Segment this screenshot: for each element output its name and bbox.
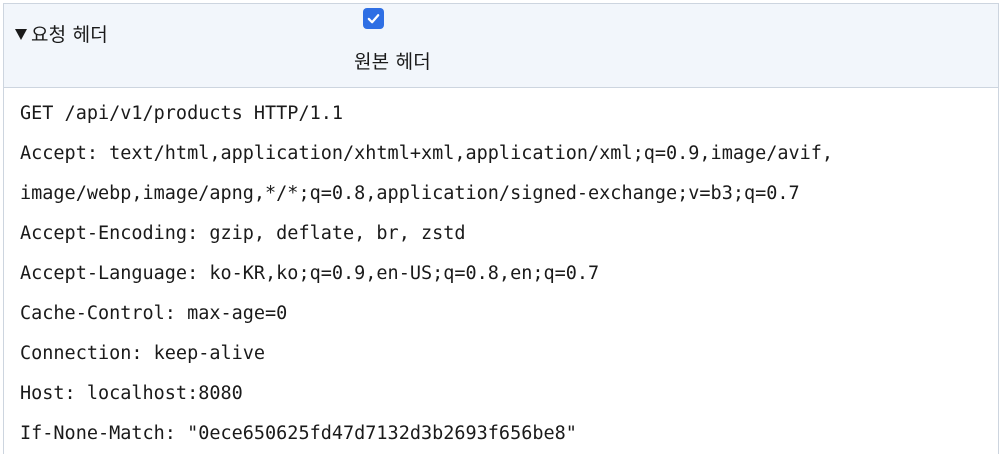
- header-line-connection: Connection: keep-alive: [20, 343, 266, 364]
- raw-headers-content: GET /api/v1/products HTTP/1.1 Accept: te…: [4, 88, 998, 454]
- section-title: 요청 헤더: [31, 23, 108, 46]
- expand-triangle-icon: [15, 28, 27, 40]
- header-line-accept-encoding: Accept-Encoding: gzip, deflate, br, zstd: [20, 223, 466, 244]
- header-line-accept-language: Accept-Language: ko-KR,ko;q=0.9,en-US;q=…: [20, 263, 600, 284]
- header-line-cache-control: Cache-Control: max-age=0: [20, 303, 288, 324]
- header-line-accept-continued: image/webp,image/apng,*/*;q=0.8,applicat…: [20, 183, 800, 204]
- request-line: GET /api/v1/products HTTP/1.1: [20, 103, 344, 124]
- header-line-accept: Accept: text/html,application/xhtml+xml,…: [20, 143, 834, 164]
- header-line-if-none-match: If-None-Match: "0ece650625fd47d7132d3b26…: [20, 423, 577, 444]
- header-line-host: Host: localhost:8080: [20, 383, 243, 404]
- request-headers-toggle[interactable]: 요청 헤더: [15, 19, 108, 47]
- checkmark-icon: [367, 14, 380, 24]
- request-headers-header: 요청 헤더 원본 헤더: [4, 4, 998, 88]
- raw-headers-checkbox[interactable]: [363, 8, 384, 29]
- raw-headers-label[interactable]: 원본 헤더: [354, 47, 431, 74]
- request-headers-panel: 요청 헤더 원본 헤더 GET /api/v1/products HTTP/1.…: [3, 3, 999, 454]
